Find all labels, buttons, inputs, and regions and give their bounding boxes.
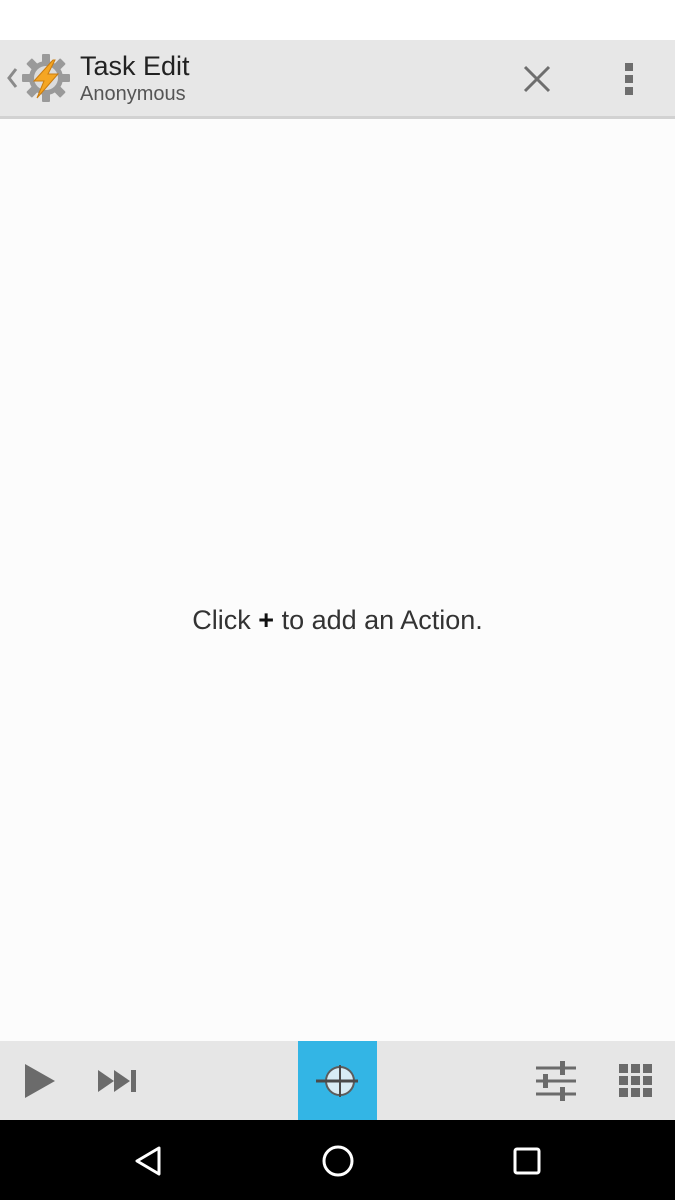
hint-plus: +: [258, 605, 275, 635]
step-button[interactable]: [88, 1041, 148, 1120]
action-list[interactable]: Click + to add an Action.: [0, 119, 675, 1041]
action-bar: Task Edit Anonymous: [0, 40, 675, 119]
nav-home-icon: [322, 1145, 354, 1177]
apps-grid-button[interactable]: [606, 1041, 666, 1120]
settings-button[interactable]: [526, 1041, 586, 1120]
title-block: Task Edit Anonymous: [80, 50, 190, 106]
nav-recent-button[interactable]: [502, 1136, 552, 1186]
nav-home-button[interactable]: [313, 1136, 363, 1186]
target-button[interactable]: [298, 1041, 377, 1120]
close-icon: [523, 65, 551, 93]
skip-next-icon: [98, 1069, 136, 1092]
hint-prefix: Click: [192, 605, 251, 635]
target-icon: [315, 1064, 358, 1097]
page-subtitle: Anonymous: [80, 83, 186, 105]
empty-hint: Click + to add an Action.: [0, 603, 675, 637]
system-nav-bar: [0, 1120, 675, 1200]
more-vert-icon: [625, 63, 633, 95]
chevron-left-icon[interactable]: [4, 64, 20, 92]
nav-back-button[interactable]: [123, 1136, 173, 1186]
tasker-gear-bolt-icon[interactable]: [20, 52, 72, 104]
tune-icon: [536, 1060, 576, 1101]
hint-suffix: to add an Action.: [281, 605, 483, 635]
bottom-toolbar: [0, 1041, 675, 1120]
nav-back-icon: [135, 1146, 161, 1176]
play-button[interactable]: [10, 1041, 68, 1120]
overflow-menu-button[interactable]: [606, 54, 652, 104]
status-bar: [0, 0, 675, 40]
play-icon: [25, 1063, 55, 1098]
page-title: Task Edit: [80, 51, 190, 81]
grid-icon: [619, 1063, 652, 1097]
close-button[interactable]: [512, 54, 562, 104]
nav-recent-icon: [513, 1147, 541, 1175]
